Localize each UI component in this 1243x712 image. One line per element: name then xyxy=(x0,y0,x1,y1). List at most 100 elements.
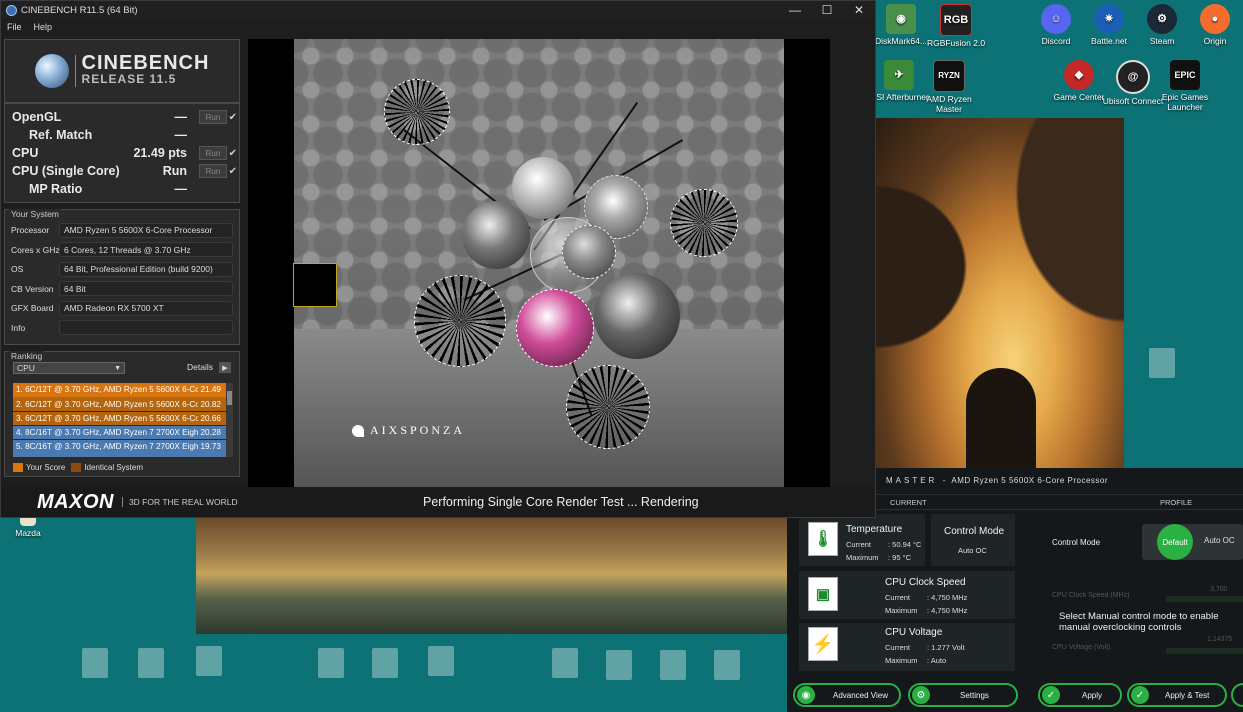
desktop-icon-origin[interactable]: ● Origin xyxy=(1180,4,1243,46)
manual-mode-notice: Select Manual control mode to enable man… xyxy=(1059,611,1219,633)
faint-clock-label: CPU Clock Speed (MHz) xyxy=(1052,592,1130,599)
ranking-item[interactable]: 3. 6C/12T @ 3.70 GHz, AMD Ryzen 5 5600X … xyxy=(13,411,227,426)
faded-app-icon[interactable] xyxy=(552,648,578,678)
footer-bar: MAXON 3D FOR THE REAL WORLD Performing S… xyxy=(1,487,875,517)
faint-voltage-value: 1.14375 xyxy=(1207,636,1233,643)
temperature-card: 🌡 Temperature Current: 50.94 °C Maximum:… xyxy=(799,514,925,566)
ranking-item[interactable]: 2. 6C/12T @ 3.70 GHz, AMD Ryzen 5 5600X … xyxy=(13,397,227,411)
control-mode-card: Control Mode Auto OC xyxy=(931,514,1015,566)
ubisoft-icon: @ xyxy=(1116,60,1150,94)
faded-app-icon[interactable] xyxy=(606,650,632,680)
render-viewport[interactable]: AIXSPONZA xyxy=(248,39,830,487)
ranking-item-score: 20.28 xyxy=(197,428,221,438)
result-cpu-single: CPU (Single Core) Run Run ✔ xyxy=(12,164,237,178)
faded-app-icon[interactable] xyxy=(318,648,344,678)
opengl-check-icon[interactable]: ✔ xyxy=(229,112,237,123)
clock-slider[interactable] xyxy=(1166,596,1243,602)
tab-profile[interactable]: PROFILE xyxy=(1160,498,1192,507)
auto-oc-mode-button[interactable]: Auto OC xyxy=(1204,536,1235,545)
faded-app-icon[interactable] xyxy=(714,650,740,680)
desktop-icon-rgbfusion[interactable]: RGB RGBFusion 2.0 xyxy=(921,4,991,48)
chevron-down-icon: ▼ xyxy=(114,364,121,372)
single-core-check-icon[interactable]: ✔ xyxy=(229,166,237,177)
maxon-logo: MAXON xyxy=(37,490,114,513)
aixsponza-logo-icon xyxy=(352,425,364,438)
ranking-item[interactable]: 1. 6C/12T @ 3.70 GHz, AMD Ryzen 5 5600X … xyxy=(13,383,227,397)
ranking-type-select[interactable]: CPU ▼ xyxy=(13,362,125,374)
faded-file-icon[interactable] xyxy=(82,648,108,678)
apply-and-test-button[interactable]: ✓ Apply & Test xyxy=(1127,683,1227,707)
title-bar[interactable]: CINEBENCH R11.5 (64 Bit) — ☐ ✕ xyxy=(1,1,875,19)
run-opengl-button[interactable]: Run xyxy=(199,110,227,124)
faded-app-icon[interactable] xyxy=(372,648,398,678)
desktop-icon-ryzen-master[interactable]: RYZN AMD Ryzen Master xyxy=(914,60,984,114)
faint-clock-value: 3,700 xyxy=(1210,586,1228,593)
minimize-button[interactable]: — xyxy=(779,1,811,19)
system-row-cb-version: CB Version 64 Bit xyxy=(5,280,241,298)
game-center-icon: ◆ xyxy=(1064,60,1094,90)
run-cpu-button[interactable]: Run xyxy=(199,146,227,160)
system-row-info: Info xyxy=(5,319,241,337)
left-panel: CINEBENCH RELEASE 11.5 OpenGL — Run ✔ Re… xyxy=(4,39,240,477)
ranking-item-label: 5. 8C/16T @ 3.70 GHz, AMD Ryzen 7 2700X … xyxy=(16,442,210,452)
settings-button[interactable]: ⚙ Settings xyxy=(908,683,1018,707)
menu-bar: File Help xyxy=(1,19,875,35)
faded-file-icon[interactable] xyxy=(138,648,164,678)
voltage-slider[interactable] xyxy=(1166,648,1243,654)
render-bucket xyxy=(293,263,337,307)
details-label[interactable]: Details xyxy=(187,362,213,372)
faded-file-icon[interactable] xyxy=(196,646,222,676)
advanced-view-button[interactable]: ◉ Advanced View xyxy=(793,683,901,707)
close-button[interactable]: ✕ xyxy=(843,1,875,19)
ranking-legend: Your Score Identical System xyxy=(13,463,143,472)
maximize-button[interactable]: ☐ xyxy=(811,1,843,19)
ranking-item-score: 20.82 xyxy=(197,399,221,409)
aixsponza-watermark: AIXSPONZA xyxy=(352,423,465,438)
run-single-core-button[interactable]: Run xyxy=(199,164,227,178)
ryzen-master-tabs: CURRENT PROFILE xyxy=(876,494,1243,510)
ranking-list: 1. 6C/12T @ 3.70 GHz, AMD Ryzen 5 5600X … xyxy=(13,383,227,457)
ranking-scrollbar[interactable] xyxy=(226,383,233,457)
identical-system-swatch xyxy=(71,463,82,472)
result-mp-ratio: MP Ratio — xyxy=(29,182,187,196)
ranking-item[interactable]: 4. 8C/16T @ 3.70 GHz, AMD Ryzen 7 2700X … xyxy=(13,425,227,440)
ranking-item[interactable]: 5. 8C/16T @ 3.70 GHz, AMD Ryzen 7 2700X … xyxy=(13,440,227,454)
ranking-item[interactable]: 6. 6C/12T @ 4.05 GHz, AMD Ryzen 5 3600 6… xyxy=(13,454,227,457)
diskmark-icon: ◉ xyxy=(886,4,916,34)
default-mode-button[interactable]: Default xyxy=(1157,524,1193,560)
chip-icon: ▣ xyxy=(808,577,838,611)
gear-icon: ⚙ xyxy=(912,686,930,704)
check-icon: ✓ xyxy=(1131,686,1149,704)
faded-app-icon[interactable] xyxy=(660,650,686,680)
rgbfusion-icon: RGB xyxy=(940,4,972,36)
faded-file-icon[interactable] xyxy=(1149,348,1175,378)
your-score-swatch xyxy=(13,463,23,472)
ranking-panel: Ranking CPU ▼ Details ▶ 1. 6C/12T @ 3.70… xyxy=(4,351,240,477)
faint-voltage-label: CPU Voltage (Volt) xyxy=(1052,644,1111,651)
details-arrow-button[interactable]: ▶ xyxy=(219,362,231,373)
control-mode-toggle[interactable]: Default Auto OC xyxy=(1142,524,1243,560)
your-system-panel: Your System Processor AMD Ryzen 5 5600X … xyxy=(4,209,240,345)
menu-file[interactable]: File xyxy=(1,22,28,32)
cinebench-sphere-icon xyxy=(34,54,69,88)
ryzen-master-title: MASTER - AMD Ryzen 5 5600X 6-Core Proces… xyxy=(886,476,1109,485)
desktop-icon-epic[interactable]: EPIC Epic Games Launcher xyxy=(1150,60,1220,112)
ranking-item-score: 19.73 xyxy=(197,442,221,452)
results-panel: OpenGL — Run ✔ Ref. Match — CPU 21.49 pt… xyxy=(4,103,240,203)
ranking-item-label: 3. 6C/12T @ 3.70 GHz, AMD Ryzen 5 5600X … xyxy=(16,413,208,423)
check-icon: ✓ xyxy=(1042,686,1060,704)
eye-icon: ◉ xyxy=(797,686,815,704)
clock-speed-card: ▣ CPU Clock Speed Current: 4,750 MHz Max… xyxy=(799,571,1015,619)
wallpaper-cave xyxy=(876,118,1124,490)
ranking-item-score: 21.49 xyxy=(197,385,221,395)
ranking-item-score: 20.66 xyxy=(197,413,221,423)
maxon-tagline: 3D FOR THE REAL WORLD xyxy=(121,497,238,507)
apply-button[interactable]: ✓ Apply xyxy=(1038,683,1122,707)
origin-icon: ● xyxy=(1200,4,1230,34)
voltage-card: ⚡ CPU Voltage Current: 1.277 Volt Maximu… xyxy=(799,623,1015,671)
cpu-check-icon[interactable]: ✔ xyxy=(229,148,237,159)
menu-help[interactable]: Help xyxy=(28,22,59,32)
faded-app-icon[interactable] xyxy=(428,646,454,676)
system-row-cores: Cores x GHz 6 Cores, 12 Threads @ 3.70 G… xyxy=(5,241,241,259)
tab-current[interactable]: CURRENT xyxy=(890,498,927,507)
